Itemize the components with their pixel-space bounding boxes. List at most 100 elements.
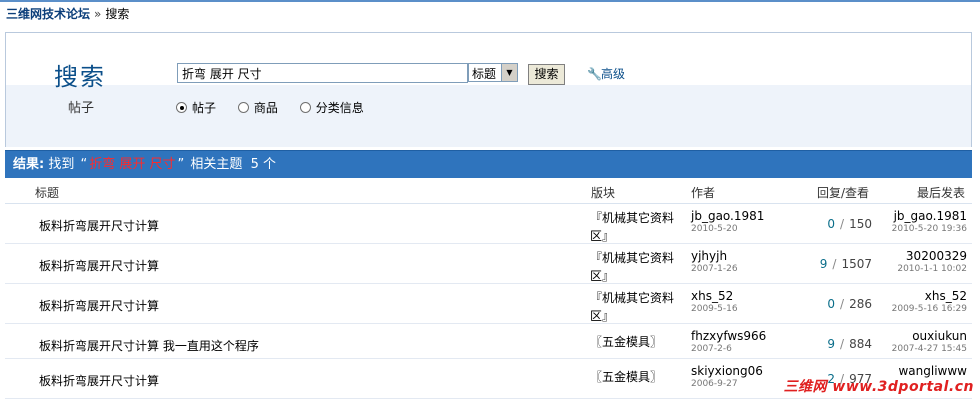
- chevron-down-icon[interactable]: ▼: [501, 64, 517, 81]
- open-quote: “: [80, 157, 88, 172]
- view-count: 884: [849, 337, 872, 351]
- radio-button[interactable]: [237, 102, 249, 113]
- column-header-last-post: 最后发表: [917, 186, 966, 200]
- result-summary-bar: 结果: 找到 “折弯 展开 尺寸” 相关主题 5 个: [5, 150, 972, 178]
- column-header-forum: 版块: [591, 186, 616, 200]
- forum-link[interactable]: 〖五金模具〗: [590, 368, 682, 386]
- last-post-user-link[interactable]: 30200329: [897, 249, 967, 263]
- reply-view-stats: 0 / 150: [827, 217, 872, 231]
- author-cell: xhs_52 2009-5-16: [691, 289, 738, 314]
- author-cell: fhzxyfws966 2007-2-6: [691, 329, 766, 354]
- wrench-icon: 🔧: [587, 67, 602, 81]
- stats-separator: /: [840, 297, 845, 311]
- top-accent-line: [0, 0, 980, 2]
- forum-link[interactable]: 『机械其它资料区』: [590, 209, 682, 245]
- last-post-date: 2009-5-16 16:29: [891, 304, 967, 314]
- last-post-cell: jb_gao.1981 2010-5-20 19:36: [892, 209, 967, 234]
- author-date: 2010-5-20: [691, 224, 738, 234]
- search-panel-lower-band: [6, 85, 971, 147]
- table-header: 标题 版块 作者 回复/查看 最后发表: [5, 178, 972, 204]
- radio-goods[interactable]: 商品: [237, 99, 278, 116]
- author-link[interactable]: fhzxyfws966: [691, 329, 766, 343]
- result-suffix: 相关主题: [190, 157, 243, 172]
- last-post-date: 2007-4-27 15:45: [891, 344, 967, 354]
- search-subheading: 帖子: [68, 101, 95, 116]
- search-panel: 搜索 帖子 标题 ▼ 搜索 🔧高级 帖子 商品 分类信息: [5, 32, 972, 147]
- forum-link[interactable]: 〖五金模具〗: [590, 333, 682, 351]
- author-cell: skiyxiong06 2006-9-27: [691, 364, 763, 389]
- author-link[interactable]: skiyxiong06: [691, 364, 763, 378]
- result-found-text: 找到: [48, 157, 75, 172]
- search-heading: 搜索: [54, 63, 106, 91]
- view-count: 150: [849, 217, 872, 231]
- search-button[interactable]: 搜索: [528, 64, 565, 85]
- view-count: 286: [849, 297, 872, 311]
- view-count: 1507: [841, 257, 872, 271]
- table-row: 板料折弯展开尺寸计算 『机械其它资料区』 jb_gao.1981 2010-5-2…: [5, 204, 972, 244]
- column-header-title: 标题: [35, 186, 60, 200]
- last-post-cell: ouxiukun 2007-4-27 15:45: [892, 329, 967, 354]
- result-label: 结果:: [13, 157, 45, 172]
- radio-button[interactable]: [299, 102, 311, 113]
- forum-link[interactable]: 『机械其它资料区』: [590, 289, 682, 325]
- last-post-date: 2010-1-1 10:02: [897, 264, 967, 274]
- thread-title-link[interactable]: 板料折弯展开尺寸计算: [39, 257, 159, 274]
- table-row: 板料折弯展开尺寸计算 『机械其它资料区』 yjhyjh 2007-1-26 9 / 1…: [5, 244, 972, 284]
- column-header-author: 作者: [691, 186, 716, 200]
- keyword-search-input[interactable]: [177, 63, 468, 83]
- reply-view-stats: 9 / 884: [827, 337, 872, 351]
- advanced-search-link[interactable]: 🔧高级: [587, 65, 625, 82]
- author-date: 2007-1-26: [691, 264, 738, 274]
- last-post-cell: xhs_52 2009-5-16 16:29: [892, 289, 967, 314]
- stats-separator: /: [832, 257, 837, 271]
- search-scope-select[interactable]: 标题 ▼: [468, 63, 518, 82]
- breadcrumb-separator: »: [94, 7, 102, 21]
- thread-title-link[interactable]: 板料折弯展开尺寸计算: [39, 217, 159, 234]
- author-link[interactable]: yjhyjh: [691, 249, 738, 263]
- site-watermark: 三维网 www.3dportal.cn: [783, 379, 974, 395]
- last-post-user-link[interactable]: xhs_52: [892, 289, 967, 303]
- reply-view-stats: 9 / 1507: [820, 257, 872, 271]
- reply-count: 9: [827, 337, 836, 351]
- radio-button[interactable]: [176, 102, 187, 113]
- author-date: 2009-5-16: [691, 304, 738, 314]
- author-link[interactable]: jb_gao.1981: [691, 209, 764, 223]
- close-quote: ”: [177, 157, 185, 172]
- thread-title-link[interactable]: 板料折弯展开尺寸计算 我一直用这个程序: [39, 337, 259, 354]
- author-date: 2006-9-27: [691, 379, 738, 389]
- radio-label: 商品: [253, 101, 278, 115]
- reply-count: 0: [827, 217, 836, 231]
- search-type-radio-group: 帖子 商品 分类信息: [176, 99, 382, 116]
- column-header-stats: 回复/查看: [817, 186, 870, 200]
- table-row: 板料折弯展开尺寸计算 『机械其它资料区』 xhs_52 2009-5-16 0/2…: [5, 284, 972, 324]
- last-post-user-link[interactable]: jb_gao.1981: [892, 209, 967, 223]
- radio-classifieds[interactable]: 分类信息: [299, 99, 364, 116]
- reply-count: 0: [827, 297, 836, 311]
- last-post-cell: 30200329 2010-1-1 10:02: [897, 249, 967, 274]
- result-count: 5 个: [250, 157, 276, 172]
- author-cell: jb_gao.1981 2010-5-20: [691, 209, 764, 234]
- breadcrumb-current: 搜索: [105, 7, 130, 21]
- radio-posts[interactable]: 帖子: [176, 99, 216, 116]
- author-cell: yjhyjh 2007-1-26: [691, 249, 738, 274]
- last-post-date: 2010-5-20 19:36: [891, 224, 967, 234]
- advanced-search-label: 高级: [601, 67, 626, 81]
- reply-view-stats: 0 / 286: [827, 297, 872, 311]
- thread-title-link[interactable]: 板料折弯展开尺寸计算: [39, 297, 159, 314]
- table-row: 板料折弯展开尺寸计算 我一直用这个程序 〖五金模具〗 fhzxyfws966 20…: [5, 324, 972, 359]
- author-link[interactable]: xhs_52: [691, 289, 738, 303]
- thread-title-link[interactable]: 板料折弯展开尺寸计算: [39, 372, 159, 389]
- stats-separator: /: [840, 337, 845, 351]
- reply-count: 9: [819, 257, 828, 271]
- search-scope-value: 标题: [472, 67, 497, 81]
- forum-link[interactable]: 『机械其它资料区』: [590, 249, 682, 285]
- breadcrumb: 三维网技术论坛 » 搜索: [6, 5, 129, 21]
- result-keyword: 折弯 展开 尺寸: [89, 157, 176, 172]
- last-post-user-link[interactable]: ouxiukun: [892, 329, 967, 343]
- breadcrumb-home-link[interactable]: 三维网技术论坛: [6, 7, 90, 21]
- radio-label: 帖子: [192, 101, 217, 115]
- results-table: 标题 版块 作者 回复/查看 最后发表 板料折弯展开尺寸计算 『机械其它资料区』…: [5, 178, 972, 399]
- radio-label: 分类信息: [315, 101, 364, 115]
- author-date: 2007-2-6: [691, 344, 732, 354]
- stats-separator: /: [840, 217, 845, 231]
